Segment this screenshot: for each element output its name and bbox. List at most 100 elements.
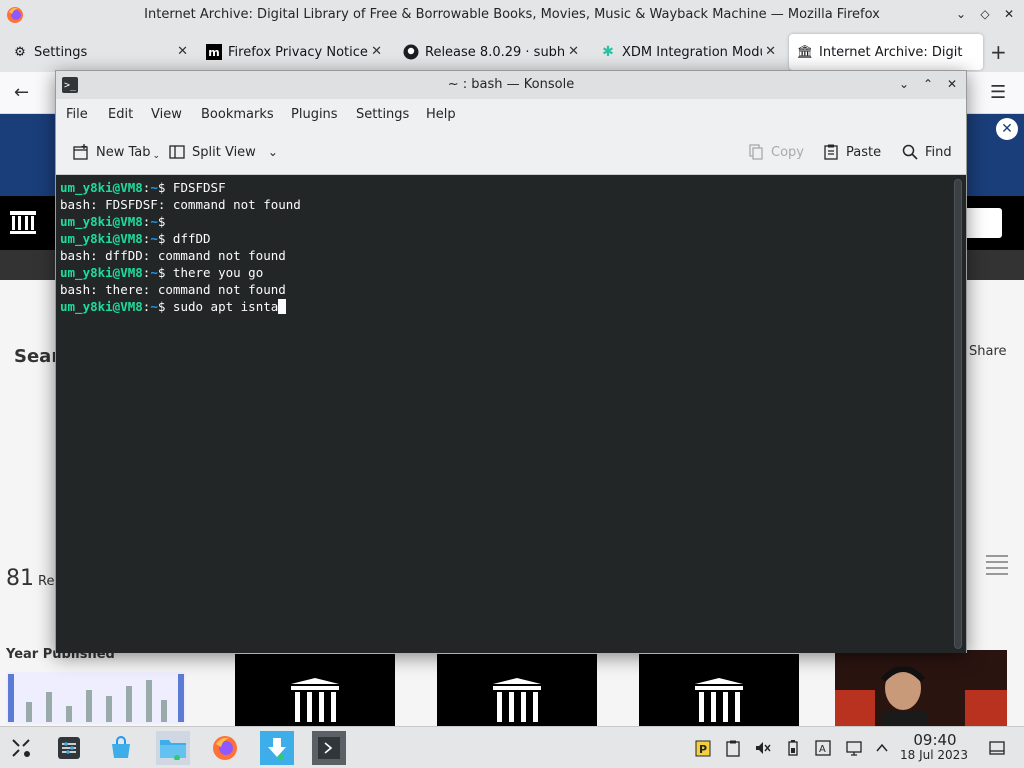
minimize-icon[interactable]: ⌄ (896, 75, 912, 93)
prompt-symbol: $ (157, 231, 173, 246)
share-link[interactable]: Share (969, 344, 1007, 359)
chevron-down-icon[interactable]: ⌄ (268, 145, 278, 159)
list-view-icon[interactable] (985, 552, 1009, 576)
archive-logo-icon[interactable] (8, 206, 38, 236)
firefox-window-title: Internet Archive: Digital Library of Fre… (144, 7, 880, 22)
new-tab-button[interactable]: New Tab ⌄ (72, 143, 160, 161)
application-launcher-icon[interactable] (4, 731, 38, 765)
minimize-icon[interactable]: ⌄ (954, 5, 968, 23)
menu-file[interactable]: File (66, 107, 88, 122)
prompt-symbol: $ (157, 180, 173, 195)
menu-edit[interactable]: Edit (108, 107, 133, 122)
discover-store-icon[interactable] (104, 731, 138, 765)
maximize-icon[interactable]: ⌃ (920, 75, 936, 93)
tray-expand-icon[interactable] (873, 739, 891, 757)
prompt-path: ~ (150, 265, 158, 280)
clock-date[interactable]: 18 Jul 2023 (898, 748, 970, 762)
search-heading-fragment: Sear (14, 346, 61, 367)
prompt-symbol: $ (157, 265, 173, 280)
result-tile[interactable] (437, 654, 597, 726)
tab-label: Internet Archive: Digit (819, 44, 963, 60)
prompt-user: um_y8ki@VM8 (60, 265, 143, 280)
show-desktop-icon[interactable] (988, 739, 1006, 757)
close-icon[interactable]: ✕ (1002, 5, 1016, 23)
archive-icon: 🏛 (796, 44, 814, 60)
terminal-scrollbar-thumb[interactable] (954, 179, 962, 649)
konsole-icon[interactable] (312, 731, 346, 765)
menu-plugins[interactable]: Plugins (291, 107, 338, 122)
close-tab-icon[interactable]: ✕ (568, 44, 579, 59)
clock-time[interactable]: 09:40 (905, 731, 965, 749)
find-button[interactable]: Find (901, 143, 952, 161)
person-thumbnail-icon (835, 650, 1007, 726)
menu-bookmarks[interactable]: Bookmarks (201, 107, 274, 122)
prompt-user: um_y8ki@VM8 (60, 214, 143, 229)
result-tile[interactable] (639, 654, 799, 726)
close-tab-icon[interactable]: ✕ (765, 44, 776, 59)
volume-muted-icon[interactable] (754, 739, 772, 757)
tab-firefox-privacy[interactable]: m Firefox Privacy Notice ✕ (198, 34, 388, 70)
prompt-path: ~ (150, 214, 158, 229)
battery-icon[interactable] (784, 739, 802, 757)
menu-help[interactable]: Help (426, 107, 456, 122)
prompt-user: um_y8ki@VM8 (60, 299, 143, 314)
firefox-titlebar: Internet Archive: Digital Library of Fre… (0, 0, 1024, 30)
clipboard-p-icon[interactable]: P (694, 739, 712, 757)
clipboard-icon[interactable] (724, 739, 742, 757)
close-tab-icon[interactable]: ✕ (177, 44, 188, 59)
puzzle-icon: ✱ (602, 44, 614, 60)
find-label: Find (925, 144, 952, 160)
paste-button[interactable]: Paste (822, 143, 881, 161)
paste-label: Paste (846, 144, 882, 160)
maximize-icon[interactable]: ◇ (978, 5, 992, 23)
menu-settings[interactable]: Settings (356, 107, 409, 122)
tab-label: Release 8.0.29 · subhra (425, 44, 565, 60)
new-tab-icon (72, 143, 90, 161)
github-icon (403, 44, 419, 60)
firefox-icon[interactable] (208, 731, 242, 765)
close-tab-icon[interactable]: ✕ (371, 44, 382, 59)
copy-button[interactable]: Copy (747, 143, 804, 161)
tab-github-release[interactable]: Release 8.0.29 · subhra ✕ (395, 34, 585, 70)
prompt-path: ~ (150, 180, 158, 195)
prompt-command: sudo apt isnta (172, 299, 279, 314)
mozilla-m-icon: m (206, 44, 222, 60)
prompt-symbol: $ (157, 214, 173, 229)
dolphin-folder-icon[interactable] (156, 731, 190, 765)
tab-internet-archive[interactable]: 🏛 Internet Archive: Digit (789, 34, 983, 70)
network-icon[interactable] (845, 739, 863, 757)
back-arrow-icon[interactable]: ← (14, 82, 29, 103)
tab-xdm-integration[interactable]: ✱ XDM Integration Modu ✕ (592, 34, 782, 70)
konsole-menubar: File Edit View Bookmarks Plugins Setting… (56, 99, 966, 131)
banner-close-icon[interactable]: ✕ (996, 118, 1018, 140)
new-tab-button[interactable]: + (990, 40, 1007, 64)
konsole-titlebar[interactable]: >_ ~ : bash — Konsole ⌄ ⌃ ✕ (56, 71, 966, 99)
result-tile-thumbnail[interactable] (835, 650, 1007, 726)
prompt-path: ~ (150, 231, 158, 246)
input-method-icon[interactable]: A (814, 739, 832, 757)
prompt-command: there you go (172, 265, 264, 280)
terminal-prompt-line: um_y8ki@VM8:~$ dffDD (60, 230, 954, 247)
close-icon[interactable]: ✕ (944, 75, 960, 93)
tab-settings[interactable]: ⚙ Settings ✕ (4, 34, 194, 70)
konsole-window-title: ~ : bash — Konsole (447, 77, 575, 92)
system-settings-icon[interactable] (52, 731, 86, 765)
prompt-symbol: $ (157, 299, 173, 314)
download-manager-icon[interactable] (260, 731, 294, 765)
split-view-icon (168, 143, 186, 161)
terminal-output-line: bash: there: command not found (60, 282, 286, 297)
split-view-button[interactable]: Split View ⌄ (168, 143, 278, 161)
result-tile[interactable] (235, 654, 395, 726)
prompt-user: um_y8ki@VM8 (60, 231, 143, 246)
konsole-toolbar: New Tab ⌄ Split View ⌄ Copy Paste Find (56, 131, 966, 175)
konsole-window[interactable]: >_ ~ : bash — Konsole ⌄ ⌃ ✕ File Edit Vi… (55, 70, 967, 653)
terminal-output[interactable]: um_y8ki@VM8:~$ FDSFDSF bash: FDSFDSF: com… (56, 175, 954, 653)
archive-placeholder-icon (695, 678, 743, 722)
hamburger-menu-icon[interactable]: ☰ (990, 82, 1006, 103)
taskbar: P A (0, 726, 1024, 768)
menu-view[interactable]: View (151, 107, 182, 122)
terminal-prompt-line: um_y8ki@VM8:~$ sudo apt isnta (60, 298, 954, 315)
tab-label: Firefox Privacy Notice (228, 44, 368, 60)
year-histogram[interactable] (6, 672, 186, 724)
search-icon (901, 143, 919, 161)
